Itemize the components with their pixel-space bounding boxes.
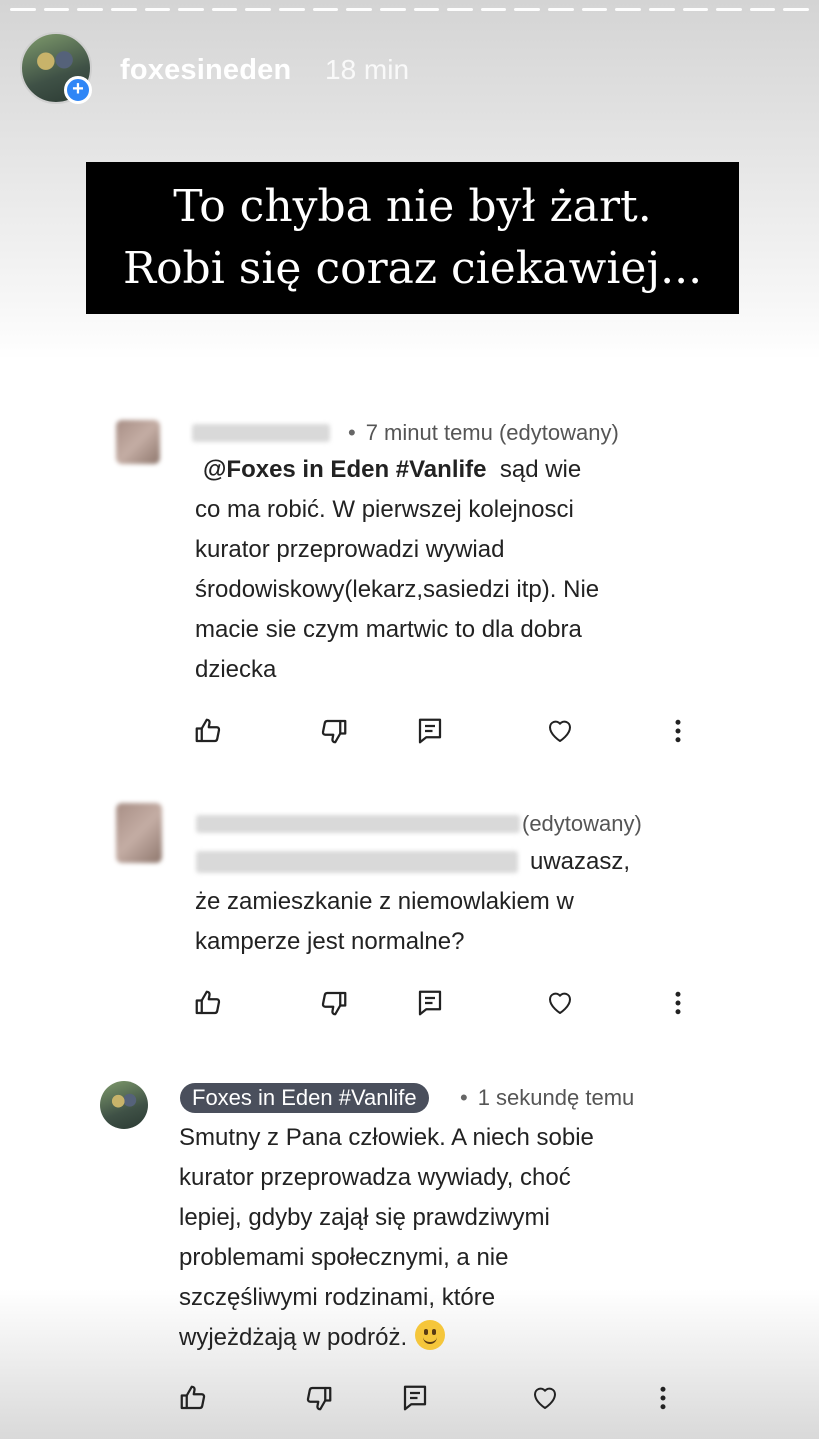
progress-segment <box>379 8 406 11</box>
progress-segment <box>110 8 137 11</box>
progress-segment <box>581 8 608 11</box>
comment-line: kamperze jest normalne? <box>195 928 465 955</box>
progress-segment <box>10 8 36 11</box>
comment-line: wyjeżdżają w podróż. <box>179 1324 408 1351</box>
commenter-name-blurred <box>192 424 330 442</box>
comment-line: uwazasz, <box>530 848 631 875</box>
heart-icon[interactable] <box>542 713 578 749</box>
comment-meta: • 7 minut temu (edytowany) <box>348 420 619 446</box>
add-story-button[interactable]: + <box>64 76 92 104</box>
story-time: 18 min <box>325 54 410 85</box>
progress-segment <box>312 8 339 11</box>
caption-line: Robi się coraz ciekawiej... <box>122 243 703 294</box>
comment-line: środowiskowy(lekarz,sasiedzi itp). Nie <box>195 576 600 603</box>
comment-line: kurator przeprowadzi wywiad <box>195 536 505 563</box>
comment-meta: • 1 sekundę temu <box>460 1085 634 1111</box>
reply-icon[interactable] <box>412 713 448 749</box>
story-progress-bar <box>10 8 809 11</box>
progress-segment <box>144 8 171 11</box>
comment: • 7 minut temu (edytowany) @Foxes in Eden… <box>0 400 819 760</box>
like-icon[interactable] <box>190 985 226 1021</box>
progress-segment <box>178 8 204 11</box>
progress-segment <box>682 8 709 11</box>
progress-segment <box>480 8 507 11</box>
comment-line: sąd wie <box>499 456 582 483</box>
comment-time: 7 minut temu (edytowany) <box>365 420 619 445</box>
author-chip[interactable]: Foxes in Eden #Vanlife <box>180 1083 429 1113</box>
comment-actions <box>190 985 690 1021</box>
comment-line: macie sie czym martwic to dla dobra <box>195 616 582 643</box>
progress-segment <box>211 8 238 11</box>
dislike-icon[interactable] <box>301 1380 337 1416</box>
comment-line: szczęśliwymi rodzinami, które <box>179 1284 496 1311</box>
progress-segment <box>615 8 641 11</box>
dislike-icon[interactable] <box>316 985 352 1021</box>
comment-body: Smutny z Pana człowiek. A niech sobie ku… <box>179 1118 699 1358</box>
caption-line: To chyba nie był żart. <box>173 181 652 232</box>
commenter-avatar-blurred <box>116 803 162 863</box>
progress-segment <box>716 8 742 11</box>
heart-icon[interactable] <box>527 1380 563 1416</box>
progress-segment <box>77 8 103 11</box>
smile-emoji-icon <box>415 1320 446 1350</box>
comment-body: uwazasz, że zamieszkanie z niemowlakiem … <box>195 842 675 962</box>
progress-segment <box>749 8 776 11</box>
progress-segment <box>413 8 440 11</box>
progress-segment <box>279 8 305 11</box>
comment-line: że zamieszkanie z niemowlakiem w <box>195 888 574 915</box>
progress-segment <box>447 8 473 11</box>
comment-line: lepiej, gdyby zajął się prawdziwymi <box>179 1204 550 1231</box>
commenter-avatar-blurred <box>116 420 160 464</box>
story-username[interactable]: foxesineden <box>120 54 291 87</box>
progress-segment <box>648 8 675 11</box>
comment-line: kurator przeprowadza wywiady, choć <box>179 1164 571 1191</box>
comment: (edytowany) uwazasz, że zamieszkanie z n… <box>0 795 819 1035</box>
comment-actions <box>190 713 690 749</box>
separator-dot: • <box>348 420 356 445</box>
comment: Foxes in Eden #Vanlife • 1 sekundę temu S… <box>0 1075 819 1425</box>
comment-meta: (edytowany) <box>522 811 642 836</box>
comment-actions <box>175 1380 675 1416</box>
commenter-name-blurred <box>196 815 520 833</box>
story-caption: To chyba nie był żart. Robi się coraz ci… <box>86 162 739 314</box>
comment-line: Smutny z Pana człowiek. A niech sobie <box>179 1124 594 1151</box>
author-avatar[interactable] <box>100 1081 148 1129</box>
separator-dot: • <box>460 1085 468 1110</box>
comment-time: 1 sekundę temu <box>477 1085 635 1110</box>
progress-segment <box>245 8 271 11</box>
like-icon[interactable] <box>190 713 226 749</box>
progress-segment <box>514 8 540 11</box>
comment-body: @Foxes in Eden #Vanlife sąd wie co ma ro… <box>195 450 675 690</box>
heart-icon[interactable] <box>542 985 578 1021</box>
more-icon[interactable] <box>660 713 696 749</box>
more-icon[interactable] <box>660 985 696 1021</box>
comment-line: dziecka <box>195 656 277 683</box>
progress-segment <box>346 8 372 11</box>
story-header: + foxesineden 18 min <box>20 32 800 106</box>
progress-segment <box>548 8 574 11</box>
mention[interactable]: @Foxes in Eden #Vanlife <box>203 456 487 483</box>
reply-icon[interactable] <box>412 985 448 1021</box>
reply-icon[interactable] <box>397 1380 433 1416</box>
progress-segment <box>783 8 809 11</box>
like-icon[interactable] <box>175 1380 211 1416</box>
more-icon[interactable] <box>645 1380 681 1416</box>
comment-line: problemami społecznymi, a nie <box>179 1244 509 1271</box>
comment-line: co ma robić. W pierwszej kolejnosci <box>195 496 574 523</box>
dislike-icon[interactable] <box>316 713 352 749</box>
progress-segment <box>43 8 70 11</box>
